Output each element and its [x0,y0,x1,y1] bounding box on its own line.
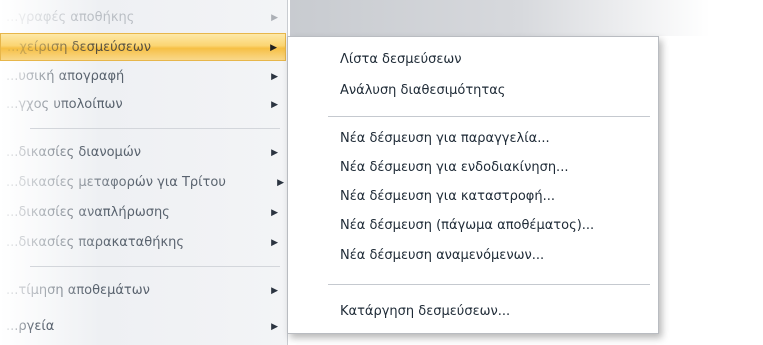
menu-item-third-party-transfers[interactable]: ...δικασίες μεταφορών για Τρίτου ▶ [0,169,286,197]
menu-item-label: ...δικασίες παρακαταθήκης [6,235,184,250]
submenu-arrow-icon: ▶ [271,148,278,158]
submenu-arrow-icon: ▶ [271,72,278,82]
screen: ...γραφές αποθήκης ▶ ...χείριση δεσμεύσε… [0,0,763,345]
submenu-item-new-reservation-destruction[interactable]: Νέα δέσμευση για καταστροφή... [340,184,555,210]
submenu-arrow-icon: ▶ [271,100,278,110]
menu-item-label: ...δικασίες αναπλήρωσης [6,205,170,220]
menu-item-replenishment-procedures[interactable]: ...δικασίες αναπλήρωσης ▶ [0,199,286,227]
submenu-arrow-icon: ▶ [271,208,278,218]
submenu-arrow-icon: ▶ [271,13,278,23]
submenu-arrow-icon: ▶ [271,322,278,332]
submenu-item-new-reservation-order[interactable]: Νέα δέσμευση για παραγγελία... [340,126,550,152]
menu-item-label: ...δικασίες διανομών [6,145,141,160]
submenu-item-cancel-reservations[interactable]: Κατάργηση δεσμεύσεων... [340,299,510,325]
menu-separator [30,128,280,129]
reservations-submenu: Λίστα δεσμεύσεων Ανάλυση διαθεσιμότητας … [287,36,659,334]
menu-item-balance-check[interactable]: ...γχος υπολοίπων ▶ [0,91,286,119]
menu-item-label: ...τίμηση αποθεμάτων [6,283,150,298]
menu-separator [328,284,650,285]
menu-item-distribution-procedures[interactable]: ...δικασίες διανομών ▶ [0,139,286,167]
parent-menu: ...γραφές αποθήκης ▶ ...χείριση δεσμεύσε… [0,0,288,345]
menu-item-label: ...υσική απογραφή [6,69,125,84]
menu-item-consignment-procedures[interactable]: ...δικασίες παρακαταθήκης ▶ [0,229,286,257]
menu-item-label: ...χείριση δεσμεύσεων [7,40,152,55]
menu-item-label: ...ργεία [6,319,55,334]
menu-item-tools[interactable]: ...ργεία ▶ [0,313,286,341]
menu-separator [328,116,650,117]
menu-item-reservations-management[interactable]: ...χείριση δεσμεύσεων ▶ [0,33,286,61]
menu-item-label: ...δικασίες μεταφορών για Τρίτου [6,175,226,190]
submenu-item-new-reservation-freeze[interactable]: Νέα δέσμευση (πάγωμα αποθέματος)... [340,213,594,239]
menu-item-physical-inventory[interactable]: ...υσική απογραφή ▶ [0,63,286,91]
icon-column [288,37,316,333]
menu-item-warehouse-entries[interactable]: ...γραφές αποθήκης ▶ [0,4,286,32]
submenu-item-availability-analysis[interactable]: Ανάλυση διαθεσιμότητας [340,78,505,104]
submenu-item-reservations-list[interactable]: Λίστα δεσμεύσεων [340,47,462,73]
submenu-item-new-reservation-expected[interactable]: Νέα δέσμευση αναμενόμενων... [340,243,544,269]
menu-item-label: ...γχος υπολοίπων [6,97,123,112]
submenu-arrow-icon: ▶ [271,238,278,248]
app-background [290,0,710,36]
submenu-item-new-reservation-transfer[interactable]: Νέα δέσμευση για ενδοδιακίνηση... [340,155,568,181]
menu-item-inventory-valuation[interactable]: ...τίμηση αποθεμάτων ▶ [0,277,286,305]
menu-item-label: ...γραφές αποθήκης [6,10,135,25]
submenu-arrow-icon: ▶ [270,43,277,53]
submenu-arrow-icon: ▶ [271,286,278,296]
submenu-arrow-icon: ▶ [277,178,284,188]
menu-separator [30,266,280,267]
